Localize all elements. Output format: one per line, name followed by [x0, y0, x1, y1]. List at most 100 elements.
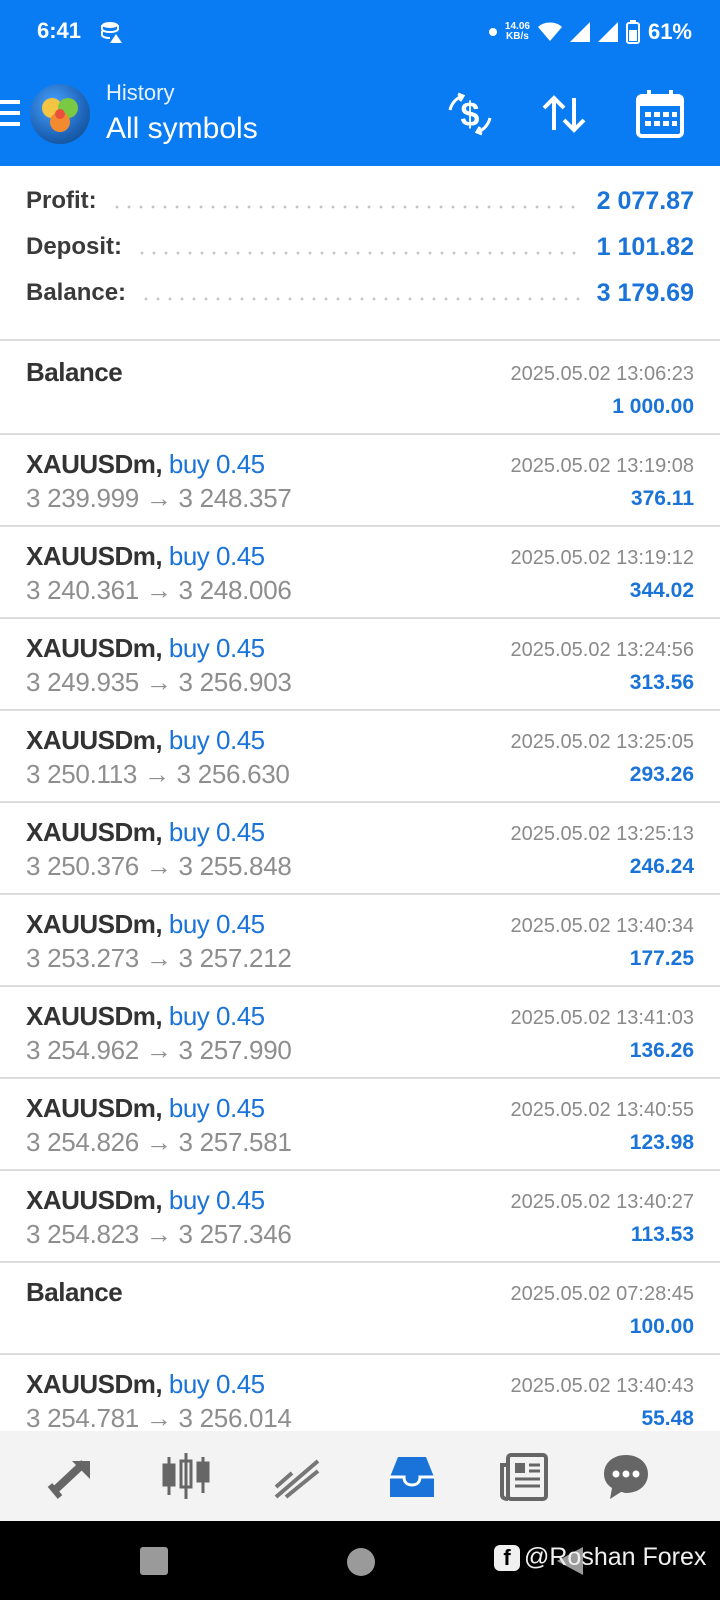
- close-price: 3 255.848: [178, 851, 292, 881]
- history-row-deal[interactable]: XAUUSDm, buy 0.45 3 250.376 → 3 255.848 …: [0, 803, 720, 895]
- deal-prices: 3 254.823 → 3 257.346: [26, 1219, 292, 1250]
- system-navigation-bar: f @Roshan Forex: [0, 1521, 720, 1600]
- deal-profit: 113.53: [630, 1223, 694, 1246]
- deal-time: 2025.05.02 13:25:13: [510, 823, 694, 845]
- history-row-balance[interactable]: Balance 2025.05.02 13:06:23 1 000.00: [0, 343, 720, 435]
- summary-balance-row: Balance: 3 179.69: [26, 270, 694, 316]
- deal-symbol: XAUUSDm, buy 0.45: [26, 1369, 265, 1400]
- arrow-right-icon: →: [145, 667, 172, 697]
- page-title[interactable]: All symbols: [106, 112, 258, 146]
- signal-2-icon: [597, 22, 618, 42]
- deal-prices: 3 253.273 → 3 257.212: [26, 943, 292, 974]
- deal-time: 2025.05.02 13:40:55: [510, 1099, 694, 1121]
- operation-time: 2025.05.02 07:28:45: [510, 1283, 694, 1305]
- deal-side: buy 0.45: [168, 909, 265, 939]
- deal-symbol: XAUUSDm, buy 0.45: [26, 1185, 265, 1216]
- close-price: 3 256.630: [176, 759, 290, 789]
- arrow-right-icon: →: [145, 1035, 172, 1065]
- deal-symbol: XAUUSDm, buy 0.45: [26, 909, 265, 940]
- history-row-deal[interactable]: XAUUSDm, buy 0.45 3 253.273 → 3 257.212 …: [0, 895, 720, 987]
- arrow-right-icon: →: [145, 1403, 172, 1431]
- close-price: 3 257.990: [178, 1035, 292, 1065]
- summary-profit-row: Profit: 2 077.87: [26, 178, 694, 224]
- history-row-deal[interactable]: XAUUSDm, buy 0.45 3 250.113 → 3 256.630 …: [0, 711, 720, 803]
- arrow-right-icon: →: [145, 575, 172, 605]
- dotted-leader: [140, 297, 583, 301]
- deal-time: 2025.05.02 13:19:08: [510, 455, 694, 477]
- bottom-navigation: [0, 1431, 720, 1521]
- net-speed-unit: KB/s: [506, 31, 529, 42]
- balance-value: 3 179.69: [596, 278, 694, 307]
- history-row-deal[interactable]: XAUUSDm, buy 0.45 3 249.935 → 3 256.903 …: [0, 619, 720, 711]
- deposit-value: 1 101.82: [596, 232, 694, 261]
- deal-profit: 313.56: [629, 671, 694, 694]
- news-icon[interactable]: [498, 1451, 550, 1503]
- open-price: 3 249.935: [26, 667, 139, 697]
- battery-percent: 61%: [647, 19, 692, 44]
- currency-filter-icon[interactable]: $: [444, 88, 496, 140]
- history-row-deal[interactable]: XAUUSDm, buy 0.45 3 254.781 → 3 256.014 …: [0, 1355, 720, 1431]
- signal-icon: [569, 22, 590, 42]
- quotes-icon[interactable]: [160, 1451, 212, 1503]
- open-price: 3 253.273: [26, 943, 139, 973]
- open-price: 3 254.826: [26, 1127, 139, 1157]
- history-row-deal[interactable]: XAUUSDm, buy 0.45 3 239.999 → 3 248.357 …: [0, 435, 720, 527]
- deal-profit: 55.48: [641, 1407, 694, 1430]
- symbol-name: XAUUSDm,: [26, 1001, 163, 1031]
- svg-text:$: $: [461, 96, 480, 134]
- open-price: 3 250.376: [26, 851, 139, 881]
- recents-icon[interactable]: [140, 1547, 168, 1575]
- history-row-deal[interactable]: XAUUSDm, buy 0.45 3 254.826 → 3 257.581 …: [0, 1079, 720, 1171]
- sort-icon[interactable]: [538, 88, 590, 140]
- history-list[interactable]: Balance 2025.05.02 13:06:23 1 000.00 XAU…: [0, 343, 720, 1431]
- deal-profit: 177.25: [629, 947, 694, 970]
- network-speed: 14.06 KB/s: [505, 22, 530, 42]
- deal-symbol: XAUUSDm, buy 0.45: [26, 633, 265, 664]
- app-logo-icon[interactable]: [30, 84, 90, 144]
- deal-time: 2025.05.02 13:25:05: [510, 731, 694, 753]
- profit-value: 2 077.87: [596, 186, 694, 215]
- summary-deposit-row: Deposit: 1 101.82: [26, 224, 694, 270]
- arrow-right-icon: →: [145, 1127, 172, 1157]
- deposit-label: Deposit:: [26, 233, 122, 260]
- deal-symbol: XAUUSDm, buy 0.45: [26, 449, 265, 480]
- deal-side: buy 0.45: [168, 725, 265, 755]
- close-price: 3 257.581: [178, 1127, 292, 1157]
- symbol-name: XAUUSDm,: [26, 909, 163, 939]
- deal-time: 2025.05.02 13:19:12: [510, 547, 694, 569]
- symbol-name: XAUUSDm,: [26, 1093, 163, 1123]
- deal-profit: 136.26: [629, 1039, 694, 1062]
- arrow-right-icon: →: [145, 483, 172, 513]
- calendar-icon[interactable]: [634, 88, 686, 140]
- operation-amount: 1 000.00: [612, 395, 694, 418]
- history-row-deal[interactable]: XAUUSDm, buy 0.45 3 254.823 → 3 257.346 …: [0, 1171, 720, 1263]
- chat-icon[interactable]: [600, 1451, 652, 1503]
- menu-icon[interactable]: [0, 100, 20, 128]
- close-price: 3 256.903: [178, 667, 292, 697]
- deal-prices: 3 249.935 → 3 256.903: [26, 667, 292, 698]
- operation-type: Balance: [26, 357, 123, 387]
- dotted-leader: [110, 205, 583, 209]
- operation-amount: 100.00: [629, 1315, 694, 1338]
- profit-label: Profit:: [26, 187, 97, 214]
- deal-prices: 3 254.826 → 3 257.581: [26, 1127, 292, 1158]
- trade-icon[interactable]: [46, 1451, 98, 1503]
- history-row-deal[interactable]: XAUUSDm, buy 0.45 3 240.361 → 3 248.006 …: [0, 527, 720, 619]
- wifi-icon: [537, 22, 562, 41]
- open-price: 3 250.113: [26, 759, 138, 789]
- account-summary: Profit: 2 077.87 Deposit: 1 101.82 Balan…: [0, 166, 720, 341]
- watermark: f @Roshan Forex: [494, 1543, 706, 1572]
- chart-icon[interactable]: [272, 1451, 324, 1503]
- deal-profit: 246.24: [629, 855, 694, 878]
- dotted-leader: [136, 251, 583, 255]
- notification-dot-icon: [488, 28, 497, 36]
- deal-side: buy 0.45: [168, 1001, 265, 1031]
- facebook-icon: f: [494, 1544, 520, 1571]
- app-bar: History All symbols $: [0, 64, 720, 166]
- deal-prices: 3 239.999 → 3 248.357: [26, 483, 292, 514]
- history-row-deal[interactable]: XAUUSDm, buy 0.45 3 254.962 → 3 257.990 …: [0, 987, 720, 1079]
- home-icon[interactable]: [347, 1548, 375, 1576]
- symbol-name: XAUUSDm,: [26, 817, 163, 847]
- history-icon[interactable]: [386, 1451, 438, 1503]
- history-row-balance[interactable]: Balance 2025.05.02 07:28:45 100.00: [0, 1263, 720, 1355]
